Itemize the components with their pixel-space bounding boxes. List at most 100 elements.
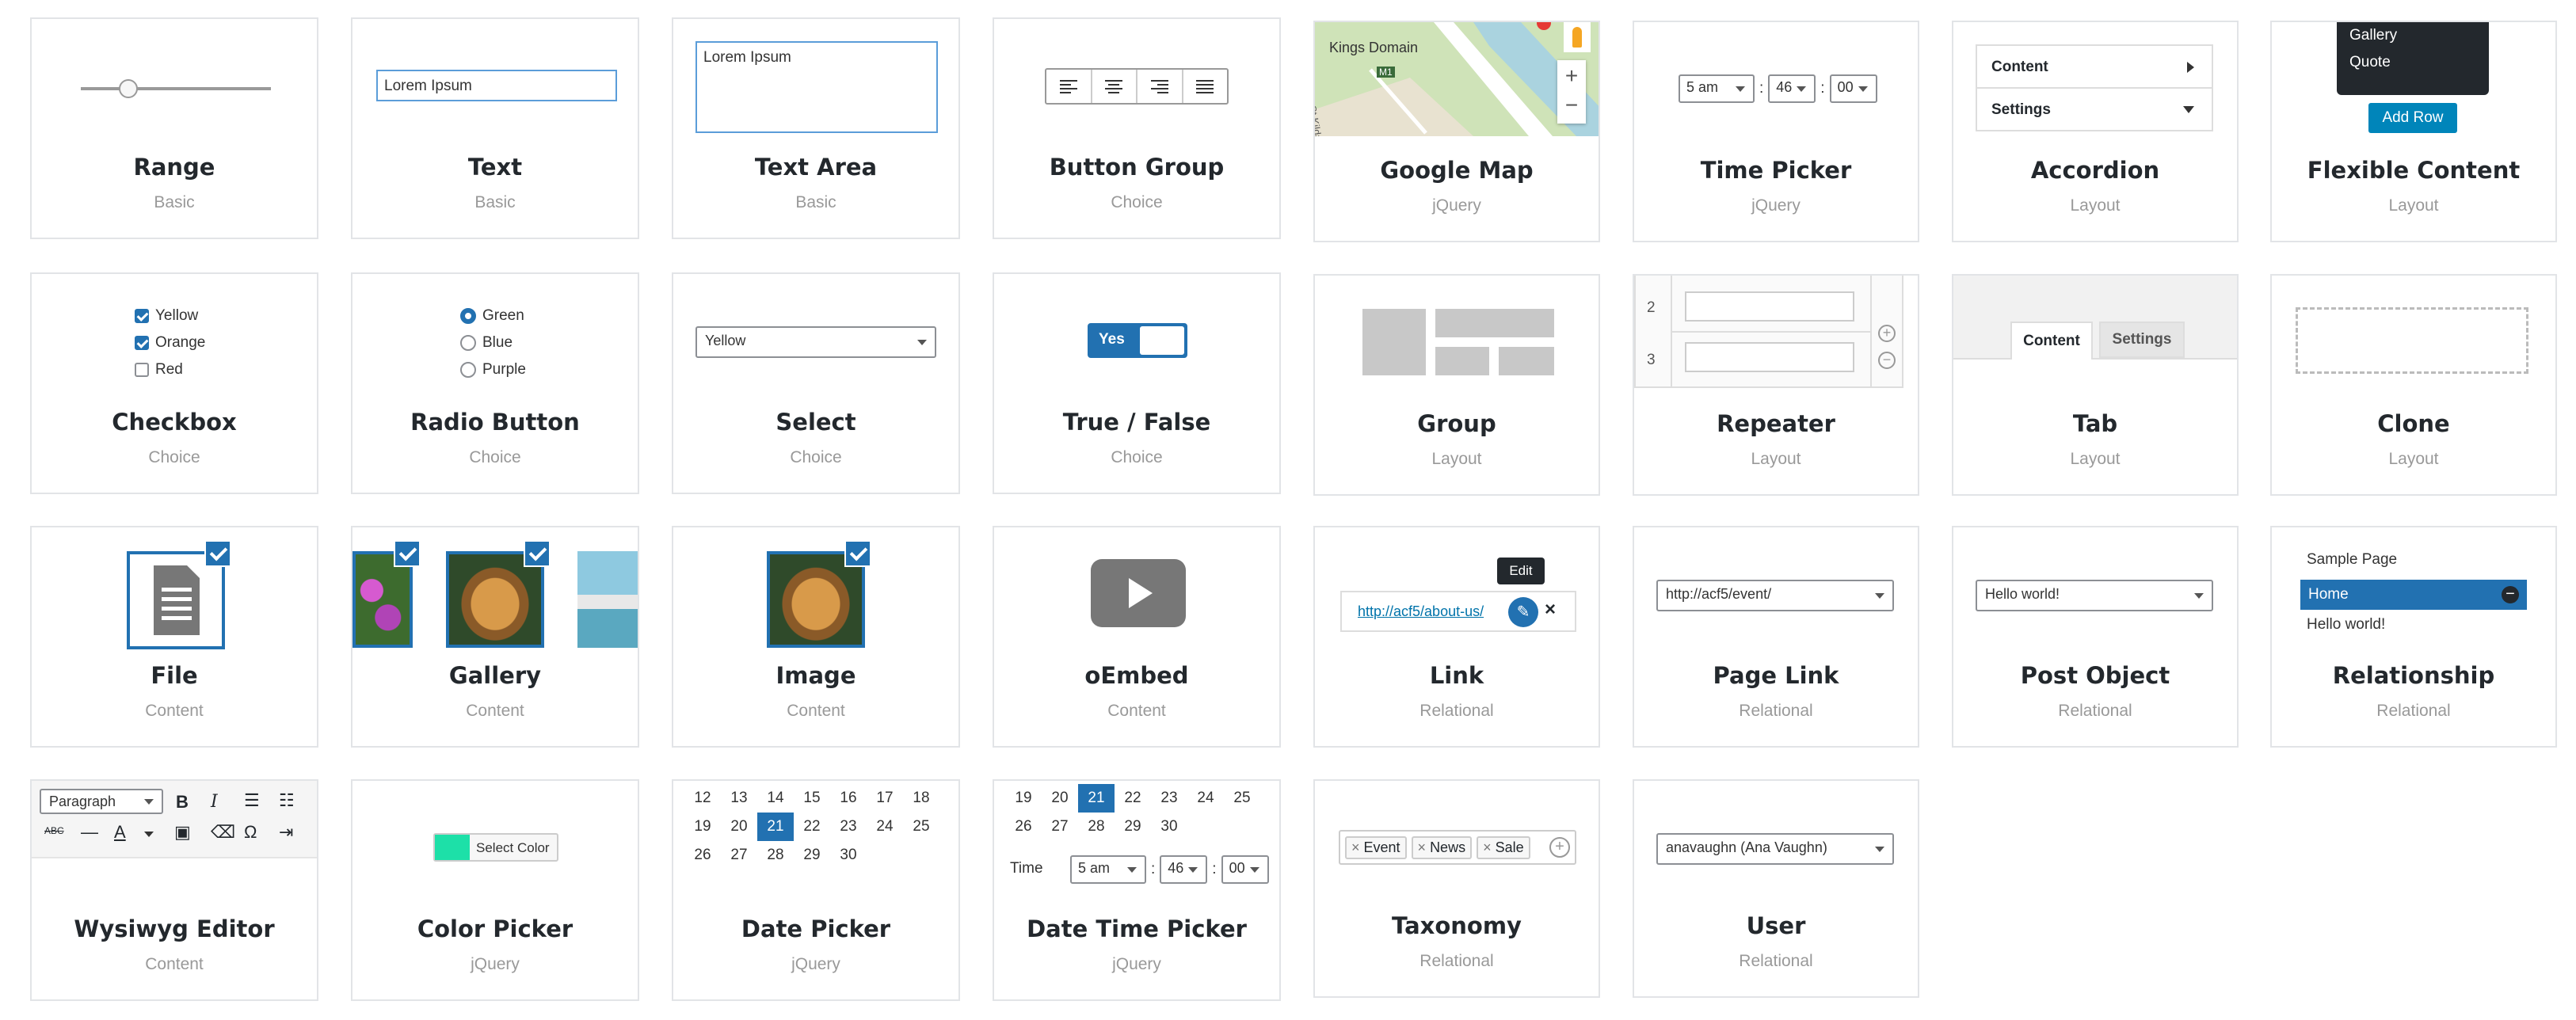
link-url[interactable]: http://acf5/about-us/ — [1358, 603, 1484, 620]
field-type-card-checkbox[interactable]: Yellow Orange Red Checkbox Choice — [30, 272, 318, 494]
paste-text-icon[interactable]: ▣ — [174, 822, 191, 843]
field-type-card-time-picker[interactable]: 5 am : 46 : 00 Time Picker jQuery — [1633, 21, 1919, 242]
field-type-card-range[interactable]: Range Basic — [30, 17, 318, 239]
calendar-day[interactable]: 23 — [830, 813, 867, 841]
radio-option[interactable]: Green — [460, 303, 526, 329]
check-icon[interactable] — [524, 540, 551, 567]
calendar-day[interactable]: 20 — [721, 813, 757, 841]
field-type-card-clone[interactable]: Clone Layout — [2270, 274, 2557, 496]
checkbox-option[interactable]: Yellow — [135, 303, 205, 329]
calendar-day[interactable]: 19 — [1005, 784, 1042, 813]
taxonomy-tag[interactable]: × News — [1411, 835, 1473, 859]
second-select[interactable]: 00 — [1829, 74, 1877, 103]
toggle-switch[interactable]: Yes — [1088, 323, 1187, 358]
remove-link-icon[interactable]: × — [1545, 599, 1556, 621]
calendar-day[interactable]: 25 — [903, 813, 939, 841]
check-icon[interactable] — [844, 540, 871, 567]
remove-tag-icon[interactable]: × — [1418, 839, 1431, 855]
select-dropdown[interactable]: Yellow — [695, 326, 936, 358]
radio-option[interactable]: Purple — [460, 356, 526, 383]
special-character-icon[interactable]: Ω — [244, 822, 257, 843]
calendar-day[interactable]: 26 — [684, 841, 721, 870]
calendar-day[interactable]: 17 — [867, 784, 903, 813]
taxonomy-tag[interactable]: × Sale — [1477, 835, 1530, 859]
zoom-out-icon[interactable]: − — [1557, 92, 1586, 124]
map-preview[interactable]: Kings Domain M1 St Kilda + − — [1315, 22, 1599, 136]
italic-icon[interactable]: I — [211, 792, 218, 812]
add-row-button[interactable]: Add Row — [2368, 103, 2457, 133]
field-type-card-button-group[interactable]: Button Group Choice — [993, 17, 1281, 239]
bullet-list-icon[interactable]: ☰ — [244, 790, 260, 811]
accordion-item-content[interactable]: Content — [1977, 46, 2212, 89]
indent-icon[interactable]: ⇥ — [279, 822, 293, 843]
field-type-card-repeater[interactable]: 2 3 + − Repeater Layout — [1633, 274, 1919, 496]
user-select[interactable]: anavaughn (Ana Vaughn) — [1656, 833, 1894, 865]
popup-menu-item[interactable]: Quote — [2337, 49, 2489, 76]
calendar-day[interactable]: 23 — [1151, 784, 1187, 813]
remove-tag-icon[interactable]: × — [1483, 839, 1496, 855]
taxonomy-tag[interactable]: × Event — [1345, 835, 1407, 859]
calendar-day[interactable]: 22 — [794, 813, 830, 841]
radio-option[interactable]: Blue — [460, 329, 526, 356]
zoom-in-icon[interactable]: + — [1557, 60, 1586, 92]
hour-select[interactable]: 5 am — [1679, 74, 1755, 103]
add-row-icon[interactable]: + — [1878, 325, 1896, 342]
tab-content[interactable]: Content — [2010, 322, 2093, 360]
minute-select[interactable]: 46 — [1160, 855, 1208, 884]
field-type-card-true-false[interactable]: Yes True / False Choice — [993, 272, 1281, 494]
field-type-card-accordion[interactable]: Content Settings Accordion Layout — [1952, 21, 2239, 242]
field-type-card-date-picker[interactable]: 12 13 14 15 16 17 18 19 20 21 22 23 24 25 26 27 28 29 30 D… — [672, 779, 960, 1001]
repeater-input[interactable] — [1685, 291, 1854, 322]
field-type-card-file[interactable]: File Content — [30, 526, 318, 748]
gallery-thumb-beach[interactable] — [577, 551, 638, 648]
field-type-card-flexible-content[interactable]: Gallery Quote Add Row Flexible Content L… — [2270, 21, 2557, 242]
calendar-day[interactable]: 28 — [1078, 813, 1115, 841]
pegman-icon[interactable] — [1564, 22, 1591, 52]
field-type-card-relationship[interactable]: Sample Page Home − Hello world! Relation… — [2270, 526, 2557, 748]
check-icon[interactable] — [204, 540, 231, 567]
relationship-item[interactable]: Sample Page — [2307, 551, 2397, 569]
field-type-card-post-object[interactable]: Hello world! Post Object Relational — [1952, 526, 2239, 748]
calendar-day[interactable]: 25 — [1224, 784, 1260, 813]
format-select[interactable]: Paragraph — [40, 789, 163, 814]
field-type-card-taxonomy[interactable]: × Event × News × Sale + Taxonomy Relatio… — [1313, 779, 1600, 998]
calendar-day[interactable]: 30 — [830, 841, 867, 870]
field-type-card-radio[interactable]: Green Blue Purple Radio Button Choice — [351, 272, 639, 494]
tab-settings[interactable]: Settings — [2099, 322, 2185, 358]
remove-item-icon[interactable]: − — [2502, 586, 2519, 603]
calendar-day[interactable]: 22 — [1115, 784, 1151, 813]
horizontal-rule-icon[interactable]: — — [81, 822, 98, 843]
align-justify-icon[interactable] — [1183, 70, 1228, 103]
checkbox-checked-icon[interactable] — [135, 335, 149, 350]
field-type-card-google-map[interactable]: Kings Domain M1 St Kilda + − Google Map … — [1313, 21, 1600, 242]
remove-tag-icon[interactable]: × — [1351, 839, 1364, 855]
field-type-card-oembed[interactable]: oEmbed Content — [993, 526, 1281, 748]
text-input-preview[interactable]: Lorem Ipsum — [376, 70, 617, 101]
radio-unselected-icon[interactable] — [460, 361, 476, 378]
remove-row-icon[interactable]: − — [1878, 352, 1896, 369]
page-link-select[interactable]: http://acf5/event/ — [1656, 580, 1894, 611]
checkbox-option[interactable]: Red — [135, 356, 205, 383]
range-handle[interactable] — [119, 79, 138, 98]
relationship-item-selected[interactable]: Home − — [2300, 580, 2527, 610]
field-type-card-color-picker[interactable]: Select Color Color Picker jQuery — [351, 779, 639, 1001]
calendar-day[interactable]: 29 — [1115, 813, 1151, 841]
calendar-day[interactable]: 20 — [1042, 784, 1078, 813]
calendar-day[interactable]: 16 — [830, 784, 867, 813]
minute-select[interactable]: 46 — [1768, 74, 1816, 103]
calendar-day[interactable]: 26 — [1005, 813, 1042, 841]
accordion-item-settings[interactable]: Settings — [1977, 89, 2212, 131]
checkbox-checked-icon[interactable] — [135, 308, 149, 323]
field-type-card-textarea[interactable]: Lorem Ipsum Text Area Basic — [672, 17, 960, 239]
text-color-icon[interactable]: A — [114, 822, 126, 843]
calendar-day[interactable]: 24 — [1187, 784, 1224, 813]
chevron-down-icon[interactable] — [144, 832, 154, 837]
check-icon[interactable] — [394, 540, 421, 567]
calendar-day[interactable]: 30 — [1151, 813, 1187, 841]
field-type-card-tab[interactable]: Content Settings Tab Layout — [1952, 274, 2239, 496]
popup-menu-item[interactable]: Gallery — [2337, 22, 2489, 49]
calendar-day[interactable]: 27 — [721, 841, 757, 870]
field-type-card-link[interactable]: Edit http://acf5/about-us/ ✎ × Link Rela… — [1313, 526, 1600, 748]
field-type-card-group[interactable]: Group Layout — [1313, 274, 1600, 496]
clear-format-icon[interactable]: ⌫ — [211, 822, 235, 843]
